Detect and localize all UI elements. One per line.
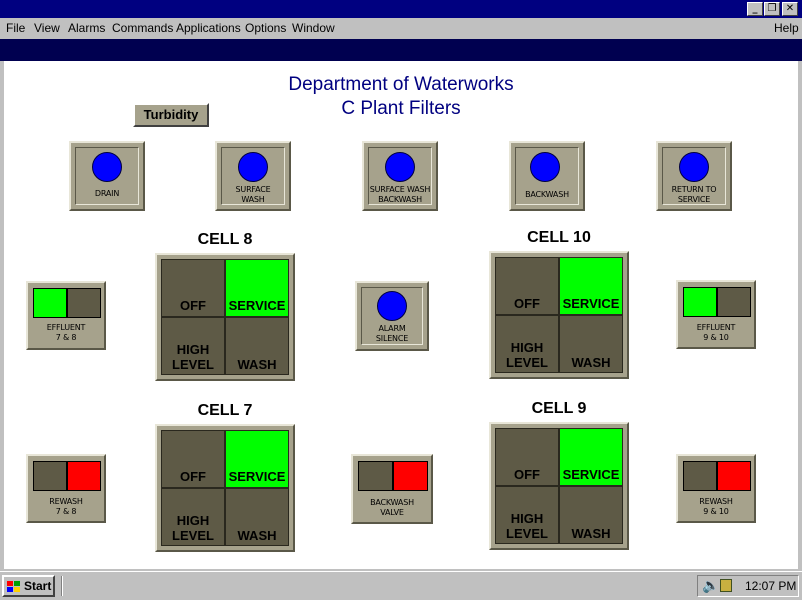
cell-8-off-button[interactable]: OFF (161, 259, 225, 317)
cell-7-service-button[interactable]: SERVICE (225, 430, 289, 488)
effluent-7-8-valve[interactable]: EFFLUENT 7 & 8 (26, 281, 106, 350)
cell-9-wash-button[interactable]: WASH (559, 486, 623, 544)
open-indicator (683, 287, 717, 317)
taskbar-separator (61, 576, 63, 596)
button-label: RETURN TO (671, 185, 717, 194)
open-indicator (33, 288, 67, 318)
valve-label: BACKWASH (370, 498, 414, 507)
rewash-9-10-valve[interactable]: REWASH 9 & 10 (676, 454, 756, 523)
button-label: BACKWASH (378, 195, 422, 204)
page-subtitle: C Plant Filters (341, 98, 461, 119)
valve-label: 7 & 8 (55, 507, 77, 516)
cell-8-mode-panel: OFF SERVICE HIGH LEVEL WASH (155, 253, 295, 381)
open-indicator (393, 461, 428, 491)
menu-help[interactable]: Help (774, 21, 799, 35)
menu-view[interactable]: View (34, 21, 60, 35)
effluent-9-10-valve[interactable]: EFFLUENT 9 & 10 (676, 280, 756, 349)
alarm-silence-button[interactable]: ALARM SILENCE (355, 281, 429, 351)
cell-8-service-button[interactable]: SERVICE (225, 259, 289, 317)
minimize-button[interactable]: _ (747, 2, 763, 16)
cell-10-mode-panel: OFF SERVICE HIGH LEVEL WASH (489, 251, 629, 379)
header-strip (0, 39, 802, 61)
cell-9-mode-panel: OFF SERVICE HIGH LEVEL WASH (489, 422, 629, 550)
cell-8-title: CELL 8 (197, 231, 253, 248)
menu-window[interactable]: Window (292, 21, 335, 35)
valve-label: 7 & 8 (55, 333, 77, 342)
valve-label: EFFLUENT (46, 323, 86, 332)
cell-7-wash-button[interactable]: WASH (225, 488, 289, 546)
cell-9-title: CELL 9 (531, 400, 587, 417)
surface-wash-backwash-button[interactable]: SURFACE WASH BACKWASH (362, 141, 438, 211)
cell-7-title: CELL 7 (197, 402, 253, 419)
restore-button[interactable]: ❐ (764, 2, 780, 16)
menu-options[interactable]: Options (245, 21, 286, 35)
return-to-service-button[interactable]: RETURN TO SERVICE (656, 141, 732, 211)
menu-file[interactable]: File (6, 21, 25, 35)
cell-10-high-level-button[interactable]: HIGH LEVEL (495, 315, 559, 373)
indicator-light (377, 291, 407, 321)
cell-9-service-button[interactable]: SERVICE (559, 428, 623, 486)
button-label: SERVICE (677, 195, 711, 204)
menu-commands[interactable]: Commands (112, 21, 173, 35)
valve-label: 9 & 10 (703, 507, 729, 516)
button-label: SURFACE WASH (369, 185, 431, 194)
system-tray: 🔈 12:07 PM (697, 575, 799, 597)
backwash-valve[interactable]: BACKWASH VALVE (351, 454, 433, 524)
speaker-icon[interactable]: 🔈 (702, 578, 719, 594)
cell-7-high-level-button[interactable]: HIGH LEVEL (161, 488, 225, 546)
indicator-light (92, 152, 122, 182)
indicator-light (530, 152, 560, 182)
button-label: DRAIN (94, 189, 120, 198)
rewash-7-8-valve[interactable]: REWASH 7 & 8 (26, 454, 106, 523)
button-label: ALARM (378, 324, 406, 333)
valve-label: VALVE (380, 508, 404, 517)
closed-indicator (683, 461, 717, 491)
taskbar (0, 571, 802, 600)
button-label: BACKWASH (525, 190, 569, 199)
drain-button[interactable]: DRAIN (69, 141, 145, 211)
cell-10-title: CELL 10 (527, 229, 591, 246)
backwash-button[interactable]: BACKWASH (509, 141, 585, 211)
cell-7-off-button[interactable]: OFF (161, 430, 225, 488)
indicator-light (679, 152, 709, 182)
surface-wash-button[interactable]: SURFACE WASH (215, 141, 291, 211)
closed-indicator (717, 287, 751, 317)
cell-8-wash-button[interactable]: WASH (225, 317, 289, 375)
cell-8-high-level-button[interactable]: HIGH LEVEL (161, 317, 225, 375)
menu-alarms[interactable]: Alarms (68, 21, 105, 35)
turbidity-button[interactable]: Turbidity (133, 103, 209, 127)
page-title: Department of Waterworks (288, 74, 514, 95)
cell-10-service-button[interactable]: SERVICE (559, 257, 623, 315)
closed-indicator (358, 461, 393, 491)
open-indicator (67, 461, 101, 491)
network-icon[interactable] (720, 579, 732, 592)
clock[interactable]: 12:07 PM (745, 579, 796, 593)
cell-9-off-button[interactable]: OFF (495, 428, 559, 486)
cell-9-high-level-button[interactable]: HIGH LEVEL (495, 486, 559, 544)
start-button[interactable]: Start (2, 575, 55, 597)
menu-bar: File View Alarms Commands Applications O… (0, 18, 802, 38)
cell-7-mode-panel: OFF SERVICE HIGH LEVEL WASH (155, 424, 295, 552)
indicator-light (238, 152, 268, 182)
start-label: Start (24, 579, 52, 593)
indicator-light (385, 152, 415, 182)
closed-indicator (67, 288, 101, 318)
button-label: SILENCE (375, 334, 409, 343)
title-bar: _ ❐ ✕ (0, 0, 802, 18)
valve-label: REWASH (49, 497, 83, 506)
valve-label: REWASH (699, 497, 733, 506)
close-button[interactable]: ✕ (782, 2, 798, 16)
open-indicator (717, 461, 751, 491)
menu-applications[interactable]: Applications (176, 21, 241, 35)
cell-10-wash-button[interactable]: WASH (559, 315, 623, 373)
closed-indicator (33, 461, 67, 491)
button-label: SURFACE (235, 185, 271, 194)
valve-label: 9 & 10 (703, 333, 729, 342)
cell-10-off-button[interactable]: OFF (495, 257, 559, 315)
valve-label: EFFLUENT (696, 323, 736, 332)
button-label: WASH (241, 195, 265, 204)
windows-logo-icon (7, 580, 21, 592)
